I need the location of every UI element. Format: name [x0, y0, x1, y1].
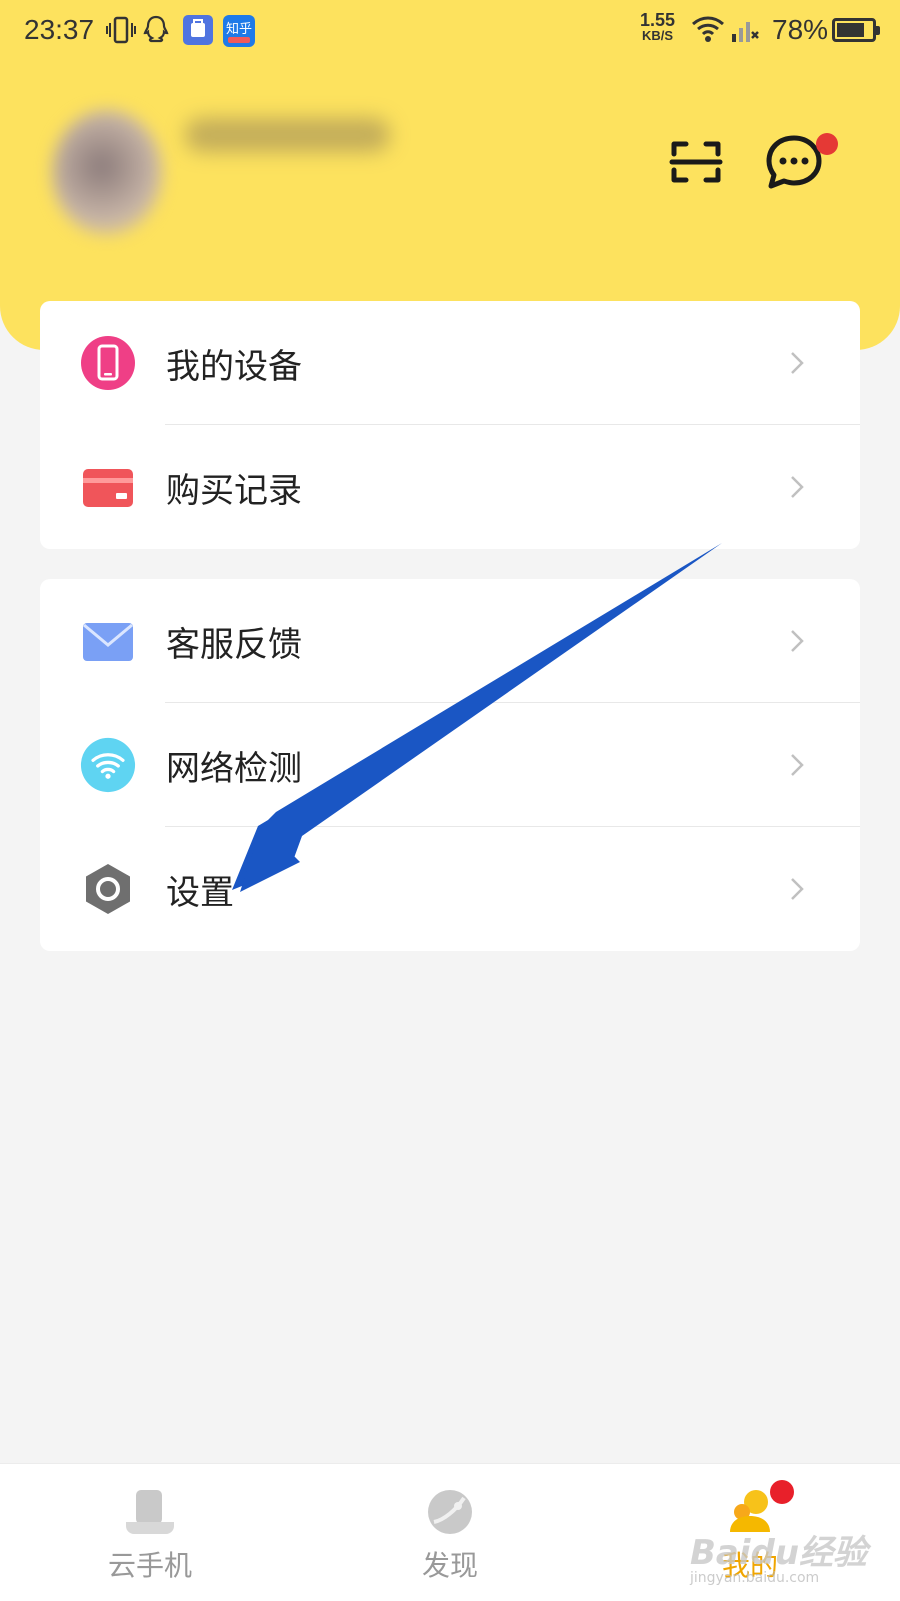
menu-item-network-check[interactable]: 网络检测 — [40, 703, 860, 827]
gear-icon — [80, 861, 136, 917]
vibrate-icon — [106, 14, 136, 50]
tab-discover[interactable]: 发现 — [300, 1464, 600, 1601]
qq-icon — [142, 14, 170, 50]
tab-label: 云手机 — [107, 1549, 192, 1582]
scan-icon — [664, 141, 728, 198]
menu-item-settings[interactable]: 设置 — [40, 827, 860, 951]
tab-label: 发现 — [421, 1549, 478, 1582]
menu-item-label: 客服反馈 — [166, 624, 302, 665]
chevron-right-icon — [790, 475, 804, 503]
mail-icon — [80, 613, 136, 669]
username[interactable] — [185, 118, 390, 152]
menu-item-my-devices[interactable]: 我的设备 — [40, 301, 860, 425]
tab-badge — [770, 1480, 794, 1504]
message-badge — [816, 133, 838, 155]
cloud-phone-icon — [120, 1482, 180, 1542]
chevron-right-icon — [790, 753, 804, 781]
menu-card-support: 客服反馈 网络检测 设置 — [40, 579, 860, 951]
message-icon — [762, 135, 826, 198]
chevron-right-icon — [790, 877, 804, 905]
network-speed: 1.55 KB/S — [640, 10, 676, 43]
signal-icon — [730, 14, 760, 48]
discover-icon — [420, 1482, 480, 1542]
menu-item-label: 设置 — [166, 872, 234, 913]
menu-item-purchase-history[interactable]: 购买记录 — [40, 425, 860, 549]
menu-item-label: 网络检测 — [166, 748, 302, 789]
store-icon — [182, 14, 214, 50]
zhihu-icon: 知乎 — [222, 14, 256, 52]
menu-card-devices: 我的设备 购买记录 — [40, 301, 860, 549]
scan-button[interactable] — [664, 130, 728, 194]
status-time: 23:37 — [24, 14, 95, 45]
battery-percent: 78% — [772, 14, 829, 45]
tab-cloud-phone[interactable]: 云手机 — [0, 1464, 300, 1601]
status-bar: 23:37 知乎 1.55 KB/S 78% — [0, 0, 900, 62]
avatar[interactable] — [52, 110, 162, 235]
menu-item-feedback[interactable]: 客服反馈 — [40, 579, 860, 703]
watermark: Baidu经验 jingyan.baidu.com — [690, 1533, 868, 1586]
menu-item-label: 我的设备 — [166, 346, 302, 387]
card-icon — [80, 459, 136, 515]
wifi-status-icon — [690, 14, 726, 48]
chevron-right-icon — [790, 351, 804, 379]
chevron-right-icon — [790, 629, 804, 657]
svg-text:知乎: 知乎 — [226, 21, 252, 37]
menu-item-label: 购买记录 — [166, 470, 302, 511]
battery-icon — [832, 18, 880, 42]
wifi-icon — [80, 737, 136, 793]
phone-icon — [80, 335, 136, 391]
